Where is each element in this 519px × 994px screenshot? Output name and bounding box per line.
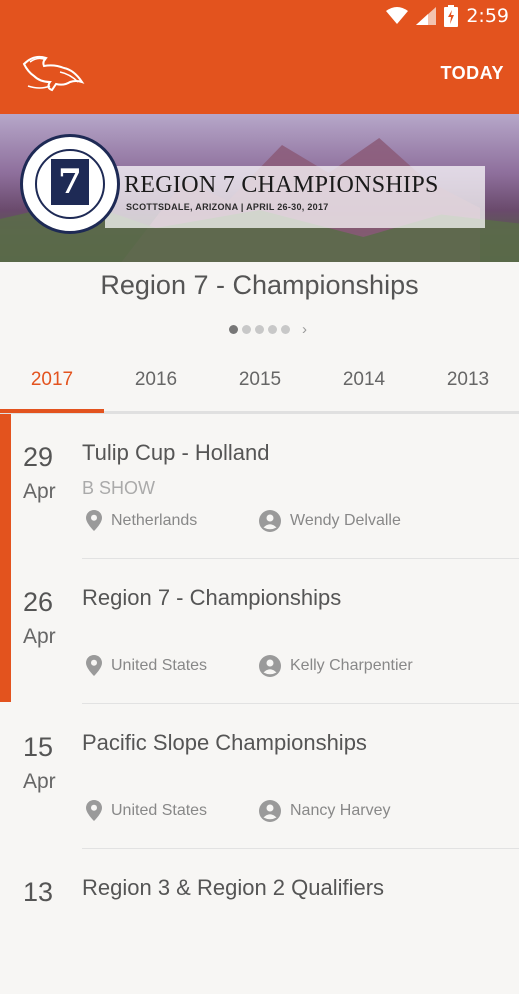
event-judge: Wendy Delvalle xyxy=(259,510,401,532)
person-icon xyxy=(259,510,281,532)
judge-label: Kelly Charpentier xyxy=(290,657,413,674)
location-label: United States xyxy=(111,801,208,819)
seal-number: 7 xyxy=(51,159,89,205)
horse-logo[interactable] xyxy=(20,52,90,94)
event-day: 15 xyxy=(23,732,54,762)
event-banner: 7 REGION 7 CHAMPIONSHIPS SCOTTSDALE, ARI… xyxy=(0,114,519,262)
judge-label: Nancy Harvey xyxy=(290,802,391,819)
tab-2016[interactable]: 2016 xyxy=(104,356,208,411)
banner-pager[interactable]: › xyxy=(229,322,307,337)
tab-2015[interactable]: 2015 xyxy=(208,356,312,411)
location-label: United States xyxy=(111,656,208,674)
today-button[interactable]: TODAY xyxy=(440,63,504,84)
pager-dot[interactable] xyxy=(281,325,290,334)
tab-2017[interactable]: 2017 xyxy=(0,356,104,411)
event-row[interactable]: 15 Apr Pacific Slope Championships Unite… xyxy=(0,704,519,849)
location-label: Netherlands xyxy=(111,511,198,529)
tab-2014[interactable]: 2014 xyxy=(312,356,416,411)
location-pin-icon xyxy=(86,655,102,676)
event-row[interactable]: 13 Region 3 & Region 2 Qualifiers xyxy=(0,849,519,994)
status-icons: 2:59 xyxy=(386,5,509,27)
signal-icon xyxy=(416,7,437,25)
event-day: 13 xyxy=(23,877,54,907)
event-judge: Nancy Harvey xyxy=(259,800,390,822)
event-location: United States xyxy=(86,800,207,821)
region-seal-logo: 7 xyxy=(20,134,120,234)
pager-dot[interactable] xyxy=(229,325,238,334)
app-bar: TODAY xyxy=(0,32,519,114)
judge-label: Wendy Delvalle xyxy=(290,512,401,529)
event-location: United States xyxy=(86,655,207,676)
event-title: Region 3 & Region 2 Qualifiers xyxy=(82,875,385,900)
status-time: 2:59 xyxy=(466,5,509,27)
location-pin-icon xyxy=(86,800,102,821)
person-icon xyxy=(259,800,281,822)
active-tab-indicator xyxy=(0,409,104,413)
event-row[interactable]: 29 Apr Tulip Cup - Holland B SHOW Nether… xyxy=(0,414,519,559)
pager-dot[interactable] xyxy=(268,325,277,334)
event-day: 26 xyxy=(23,587,54,617)
event-month: Apr xyxy=(23,770,56,793)
event-month: Apr xyxy=(23,480,56,503)
chevron-right-icon[interactable]: › xyxy=(302,322,307,337)
wifi-icon xyxy=(386,7,409,24)
location-pin-icon xyxy=(86,510,102,531)
event-type: B SHOW xyxy=(82,478,156,498)
pager-dot[interactable] xyxy=(242,325,251,334)
event-location: Netherlands xyxy=(86,510,197,531)
pager-dot[interactable] xyxy=(255,325,264,334)
battery-charging-icon xyxy=(444,5,459,27)
event-title: Tulip Cup - Holland xyxy=(82,440,270,465)
event-title: Region 7 - Championships xyxy=(82,585,342,610)
event-month: Apr xyxy=(23,625,56,648)
tab-2013[interactable]: 2013 xyxy=(416,356,519,411)
event-day: 29 xyxy=(23,442,54,472)
year-tabs: 2017 2016 2015 2014 2013 xyxy=(0,356,519,414)
person-icon xyxy=(259,655,281,677)
event-judge: Kelly Charpentier xyxy=(259,655,413,677)
event-title: Pacific Slope Championships xyxy=(82,730,367,755)
page-title: Region 7 - Championships xyxy=(100,270,419,300)
banner-title: REGION 7 CHAMPIONSHIPS xyxy=(124,172,439,198)
event-row[interactable]: 26 Apr Region 7 - Championships United S… xyxy=(0,559,519,704)
banner-subtitle: SCOTTSDALE, ARIZONA | APRIL 26-30, 2017 xyxy=(126,202,329,212)
status-bar: 2:59 xyxy=(0,0,519,32)
